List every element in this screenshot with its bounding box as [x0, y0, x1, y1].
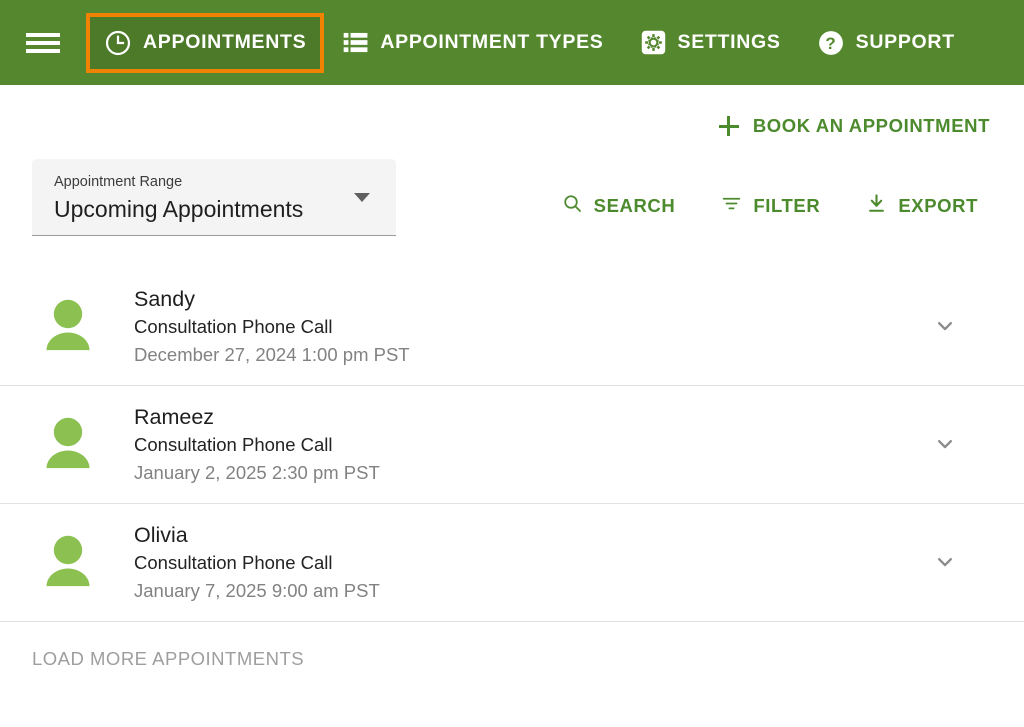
hamburger-menu-icon[interactable]: [26, 30, 60, 56]
nav-item-settings[interactable]: SETTINGS: [622, 13, 799, 72]
appointment-type: Consultation Phone Call: [134, 316, 333, 338]
search-button[interactable]: SEARCH: [560, 191, 678, 221]
filter-label: FILTER: [753, 195, 821, 216]
book-an-appointment-label: BOOK AN APPOINTMENT: [752, 115, 990, 136]
main-nav: APPOINTMENTS APPOINTMENT TYPES SETTINGS …: [86, 12, 973, 73]
load-more-appointments-button[interactable]: LOAD MORE APPOINTMENTS: [0, 622, 304, 670]
nav-item-support[interactable]: ? SUPPORT: [799, 13, 973, 73]
table-row[interactable]: Olivia Consultation Phone Call January 7…: [0, 504, 1024, 622]
appointment-name: Rameez: [134, 404, 215, 429]
dropdown-arrow-icon[interactable]: [354, 192, 370, 202]
nav-item-appointments[interactable]: APPOINTMENTS: [86, 12, 325, 73]
filter-icon: [721, 193, 742, 219]
appointments-list: Sandy Consultation Phone Call December 2…: [0, 268, 1024, 622]
gear-icon: [640, 29, 667, 56]
chevron-down-icon[interactable]: [932, 431, 958, 457]
download-icon: [866, 193, 887, 219]
plus-icon: [718, 116, 739, 136]
person-avatar-icon: [32, 415, 104, 473]
export-label: EXPORT: [898, 195, 978, 216]
main-content: BOOK AN APPOINTMENT Appointment Range Up…: [0, 85, 1024, 670]
appointment-range-value: Upcoming Appointments: [54, 195, 304, 222]
appointment-info: Olivia Consultation Phone Call January 7…: [134, 520, 932, 605]
person-avatar-icon: [32, 297, 104, 355]
table-row[interactable]: Rameez Consultation Phone Call January 2…: [0, 386, 1024, 504]
nav-item-appointment-types-label: APPOINTMENT TYPES: [380, 30, 604, 53]
appointment-type: Consultation Phone Call: [134, 434, 333, 456]
appointment-info: Rameez Consultation Phone Call January 2…: [134, 402, 932, 487]
tools-row: Appointment Range Upcoming Appointments …: [0, 141, 1024, 236]
appointment-datetime: January 2, 2025 2:30 pm PST: [134, 461, 380, 483]
list-actions: SEARCH FILTER EXPORT: [560, 159, 1000, 221]
book-an-appointment-button[interactable]: BOOK AN APPOINTMENT: [717, 111, 992, 141]
appointment-name: Sandy: [134, 286, 195, 311]
nav-item-appointments-label: APPOINTMENTS: [143, 30, 307, 53]
nav-item-support-label: SUPPORT: [855, 30, 955, 53]
hamburger-bar: [26, 48, 60, 53]
svg-text:?: ?: [825, 33, 836, 52]
hamburger-bar: [26, 32, 60, 37]
appointment-datetime: January 7, 2025 9:00 am PST: [134, 579, 380, 601]
search-label: SEARCH: [593, 195, 676, 216]
chevron-down-icon[interactable]: [932, 313, 958, 339]
appointment-range-label: Appointment Range: [54, 174, 183, 190]
app-header: APPOINTMENTS APPOINTMENT TYPES SETTINGS …: [0, 0, 1024, 85]
search-icon: [562, 193, 583, 219]
appointment-info: Sandy Consultation Phone Call December 2…: [134, 284, 932, 369]
book-appointment-row: BOOK AN APPOINTMENT: [0, 85, 1024, 141]
nav-item-appointment-types[interactable]: APPOINTMENT TYPES: [324, 13, 621, 72]
chevron-down-icon[interactable]: [932, 549, 958, 575]
list-view-icon: [342, 29, 369, 56]
appointment-type: Consultation Phone Call: [134, 552, 333, 574]
nav-item-settings-label: SETTINGS: [677, 30, 781, 53]
table-row[interactable]: Sandy Consultation Phone Call December 2…: [0, 268, 1024, 386]
appointment-name: Olivia: [134, 522, 188, 547]
appointment-range-select[interactable]: Appointment Range Upcoming Appointments: [32, 159, 396, 236]
hamburger-bar: [26, 40, 60, 45]
clock-icon: [104, 29, 132, 57]
person-avatar-icon: [32, 533, 104, 591]
appointment-datetime: December 27, 2024 1:00 pm PST: [134, 343, 410, 365]
filter-button[interactable]: FILTER: [719, 191, 822, 221]
question-mark-circle-icon: ?: [817, 29, 845, 57]
export-button[interactable]: EXPORT: [864, 191, 980, 221]
